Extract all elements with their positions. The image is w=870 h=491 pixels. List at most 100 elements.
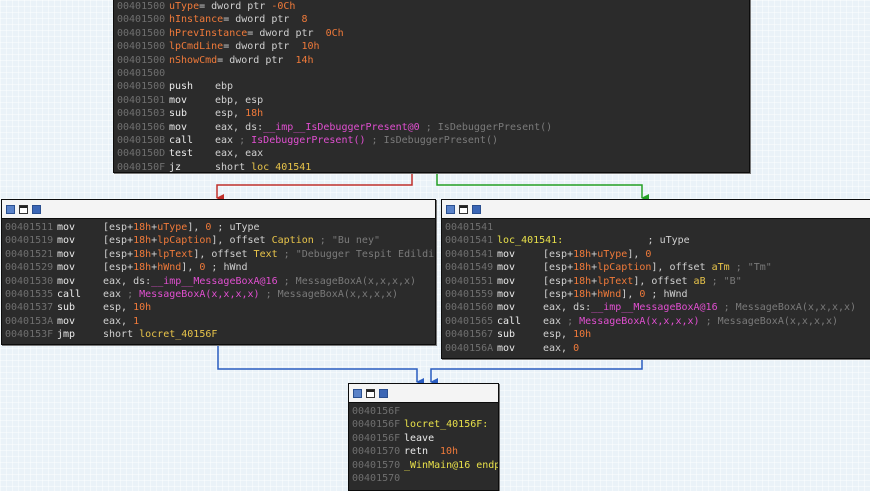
asm-address: 00401567: [445, 329, 494, 341]
asm-line[interactable]: 00401506 mov eax, ds:__imp__IsDebuggerPres…: [117, 121, 749, 134]
node-true-branch[interactable]: 00401541 00401541 loc_401541: ; uType 00401…: [441, 199, 870, 359]
asm-mnemonic: test: [169, 148, 194, 160]
asm-line[interactable]: 00401567 sub esp, 10h: [445, 328, 870, 341]
asm-line[interactable]: 00401519 mov [esp+18h+lpCaption], offset C…: [5, 234, 435, 247]
asm-address: 00401503: [117, 108, 166, 120]
asm-line[interactable]: 00401551 mov [esp+18h+lpText], offset aB ;…: [445, 275, 870, 288]
node-exit-lines: 0040156F 0040156F locret_40156F: 0040156F le…: [349, 403, 498, 485]
asm-line[interactable]: 00401500 push ebp: [117, 80, 749, 93]
asm-line[interactable]: 00401570 _WinMain@16 endp: [352, 459, 498, 472]
asm-line[interactable]: 00401501 mov ebp, esp: [117, 94, 749, 107]
asm-line[interactable]: 00401521 mov [esp+18h+lpText], offset Text…: [5, 248, 435, 261]
node-false-branch[interactable]: 00401511 mov [esp+18h+uType], 0 ; uType 004…: [1, 199, 436, 345]
asm-operand: lpCmdLine: [169, 41, 224, 53]
grid-icon[interactable]: [379, 388, 388, 398]
asm-line[interactable]: 00401570: [352, 472, 498, 485]
asm-operand: 18h: [245, 108, 264, 120]
grid-icon[interactable]: [32, 204, 41, 214]
asm-line[interactable]: 0040150D test eax, eax: [117, 147, 749, 160]
asm-mnemonic: retn: [404, 446, 429, 458]
asm-line[interactable]: 00401503 sub esp, 18h: [117, 107, 749, 120]
asm-operand: 18h: [573, 262, 592, 274]
asm-operand[interactable]: MessageBoxA(x,x,x,x): [579, 316, 699, 327]
asm-line[interactable]: 00401537 sub esp, 10h: [5, 301, 435, 314]
asm-operand[interactable]: MessageBoxA(x,x,x,x): [139, 289, 259, 300]
asm-line[interactable]: 00401541: [445, 221, 870, 234]
asm-line[interactable]: 00401570 retn 10h: [352, 445, 498, 458]
asm-address: 00401541: [445, 222, 494, 233]
node-top[interactable]: 00401500 uType= dword ptr -0Ch 00401500 hIn…: [113, 0, 750, 173]
asm-line[interactable]: 0040153A mov eax, 1: [5, 315, 435, 328]
asm-mnemonic: call: [497, 315, 522, 327]
asm-mnemonic: mov: [57, 275, 76, 287]
node-exit[interactable]: 0040156F 0040156F locret_40156F: 0040156F le…: [348, 383, 499, 491]
grid-icon[interactable]: [472, 204, 481, 214]
asm-operand: eax, ds:: [543, 302, 592, 314]
asm-address: 00401501: [117, 94, 166, 106]
asm-address: 00401500: [117, 1, 166, 12]
asm-line[interactable]: 00401500: [117, 67, 749, 80]
asm-line[interactable]: 0040156A mov eax, 0: [445, 342, 870, 355]
asm-address: 00401565: [445, 315, 494, 327]
asm-operand[interactable]: loc_401541: [251, 162, 311, 172]
asm-mnemonic: mov: [497, 262, 516, 274]
asm-line[interactable]: 00401535 call eax ; MessageBoxA(x,x,x,x) ;…: [5, 288, 435, 301]
asm-operand: lpText: [597, 275, 634, 287]
asm-line[interactable]: 00401541 loc_401541: ; uType: [445, 234, 870, 247]
asm-line[interactable]: 00401529 mov [esp+18h+hWnd], 0 ; hWnd: [5, 261, 435, 274]
asm-operand[interactable]: locret_40156F:: [404, 419, 488, 430]
asm-operand: ; IsDebuggerPresent(): [419, 121, 553, 133]
asm-operand: [esp+: [543, 275, 574, 287]
window-icon[interactable]: [459, 204, 468, 214]
asm-mnemonic: mov: [497, 275, 516, 287]
edge-false-branch: [216, 173, 413, 202]
asm-line[interactable]: 00401549 mov [esp+18h+lpCaption], offset a…: [445, 261, 870, 274]
asm-line[interactable]: 0040150F jz short loc_401541: [117, 161, 749, 172]
asm-line[interactable]: 00401541 mov [esp+18h+uType], 0: [445, 248, 870, 261]
asm-line[interactable]: 0040156F: [352, 405, 498, 418]
window-icon[interactable]: [366, 388, 375, 398]
asm-line[interactable]: 00401500 hPrevInstance= dword ptr 0Ch: [117, 27, 749, 40]
asm-address: 00401551: [445, 275, 494, 287]
asm-line[interactable]: 00401565 call eax ; MessageBoxA(x,x,x,x) ;…: [445, 315, 870, 328]
asm-operand[interactable]: __imp__MessageBoxA@16: [151, 276, 277, 287]
asm-line[interactable]: 00401500 uType= dword ptr -0Ch: [117, 0, 749, 13]
asm-line[interactable]: 00401500 hInstance= dword ptr 8: [117, 13, 749, 26]
asm-address: 00401506: [117, 121, 166, 133]
asm-line[interactable]: 00401559 mov [esp+18h+hWnd], 0 ; hWnd: [445, 288, 870, 301]
graph-node-icon[interactable]: [446, 204, 455, 214]
asm-operand[interactable]: __imp__IsDebuggerPresent@0: [263, 122, 420, 133]
asm-line[interactable]: 00401511 mov [esp+18h+uType], 0 ; uType: [5, 221, 435, 234]
asm-line[interactable]: 00401560 mov eax, ds:__imp__MessageBoxA@16…: [445, 301, 870, 314]
asm-operand[interactable]: _WinMain@16 endp: [404, 460, 498, 471]
asm-line[interactable]: 0040153F jmp short locret_40156F: [5, 328, 435, 341]
asm-line[interactable]: 0040156F locret_40156F:: [352, 418, 498, 431]
asm-operand: eax: [103, 288, 128, 300]
asm-operand[interactable]: Text: [254, 249, 278, 260]
asm-line[interactable]: 0040156F leave: [352, 432, 498, 445]
asm-address: 0040156F: [352, 419, 401, 431]
asm-operand: = dword ptr: [199, 1, 272, 12]
asm-operand[interactable]: aB: [694, 276, 706, 287]
asm-operand: 10h: [440, 446, 459, 458]
asm-address: 0040153A: [5, 315, 54, 327]
graph-node-icon[interactable]: [6, 204, 15, 214]
node-true-branch-lines: 00401541 00401541 loc_401541: ; uType 00401…: [442, 219, 870, 355]
asm-operand: ],: [621, 288, 640, 300]
window-icon[interactable]: [19, 204, 28, 214]
graph-node-icon[interactable]: [353, 388, 362, 398]
asm-operand[interactable]: locret_40156F: [139, 329, 217, 340]
asm-operand[interactable]: aTm: [712, 262, 730, 273]
asm-operand[interactable]: Caption: [272, 235, 314, 246]
asm-operand: ; "Bu ney": [313, 235, 380, 247]
asm-line[interactable]: 00401530 mov eax, ds:__imp__MessageBoxA@16…: [5, 275, 435, 288]
asm-operand[interactable]: __imp__MessageBoxA@16: [591, 302, 717, 313]
asm-address: 0040150B: [117, 134, 166, 146]
asm-operand[interactable]: IsDebuggerPresent(): [251, 135, 365, 146]
asm-line[interactable]: 00401500 lpCmdLine= dword ptr 10h: [117, 40, 749, 53]
asm-operand: ; "Tm": [729, 262, 772, 274]
asm-line[interactable]: 00401500 nShowCmd= dword ptr 14h: [117, 54, 749, 67]
asm-line[interactable]: 0040150B call eax ; IsDebuggerPresent() ; …: [117, 134, 749, 147]
node-top-lines: 00401500 uType= dword ptr -0Ch 00401500 hIn…: [114, 0, 749, 172]
asm-operand[interactable]: loc_401541:: [497, 235, 563, 246]
